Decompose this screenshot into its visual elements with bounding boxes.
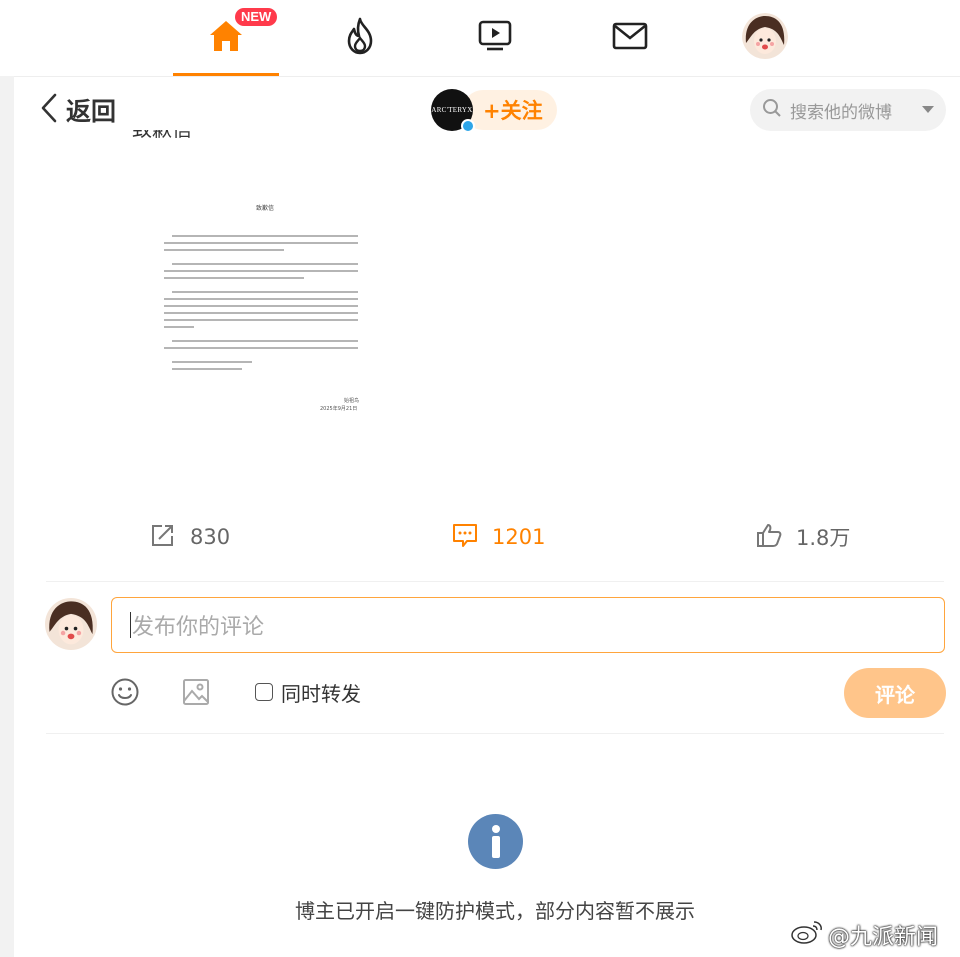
submit-comment-button[interactable]: 评论: [844, 668, 946, 718]
checkbox[interactable]: [255, 683, 273, 701]
back-button[interactable]: 返回: [40, 88, 116, 132]
nav-hot[interactable]: [307, 0, 413, 76]
document-text-line: [164, 249, 284, 251]
document-title: 致歉信: [255, 205, 274, 212]
new-badge: NEW: [235, 8, 278, 26]
author-avatar[interactable]: ARC'TERYX: [431, 89, 475, 133]
document-text-line: [164, 347, 358, 349]
smiley-icon: [110, 677, 140, 711]
author-logo: ARC'TERYX: [431, 106, 473, 114]
user-avatar: [742, 13, 788, 63]
comment-count: 1201: [492, 525, 546, 549]
document-text-line: [172, 361, 252, 363]
left-gutter: [0, 76, 14, 957]
comment-button[interactable]: 1201: [452, 515, 545, 559]
chevron-left-icon: [40, 93, 58, 127]
author-chip: ARC'TERYX +关注: [431, 88, 557, 133]
info-icon: [468, 814, 523, 869]
document-text-line: [164, 305, 358, 307]
verified-icon: [461, 119, 475, 133]
nav-home[interactable]: NEW: [173, 0, 279, 76]
comment-input[interactable]: 发布你的评论: [111, 597, 945, 653]
weibo-logo-icon: [790, 918, 824, 952]
document-text-line: [164, 270, 358, 272]
document-text-line: [164, 277, 304, 279]
watermark: @九派新闻: [790, 918, 938, 952]
document-text-line: [172, 235, 358, 237]
search-placeholder: 搜索他的微博: [790, 102, 892, 123]
document-signature: 始祖鸟: [344, 398, 360, 404]
document-text-line: [172, 291, 358, 293]
nav-profile[interactable]: [712, 0, 818, 76]
post-text-fragment: 致歉信: [132, 130, 192, 146]
nav-messages[interactable]: [577, 0, 683, 76]
watermark-text: @九派新闻: [828, 925, 939, 950]
document-date: 2025年9月21日: [320, 406, 358, 412]
like-count: 1.8万: [796, 526, 851, 550]
top-nav: NEW: [0, 0, 960, 77]
mail-icon: [612, 21, 648, 55]
video-icon: [477, 19, 513, 57]
comment-placeholder: 发布你的评论: [132, 615, 265, 640]
text-cursor: [130, 612, 131, 638]
image-icon: [181, 677, 211, 711]
emoji-button[interactable]: [110, 678, 140, 710]
document-text-line: [164, 312, 358, 314]
like-button[interactable]: 1.8万: [756, 515, 850, 559]
document-text-line: [164, 242, 358, 244]
document-text-line: [164, 326, 194, 328]
back-label: 返回: [66, 97, 117, 126]
divider: [46, 733, 944, 734]
follow-button[interactable]: +关注: [463, 90, 557, 130]
repost-button[interactable]: 830: [150, 515, 230, 559]
divider: [46, 581, 944, 582]
search-input[interactable]: 搜索他的微博: [750, 89, 946, 131]
document-text-line: [172, 368, 242, 370]
share-icon: [150, 522, 176, 553]
flame-icon: [343, 16, 377, 60]
document-text-line: [164, 298, 358, 300]
document-text-line: [164, 319, 358, 321]
comment-icon: [452, 522, 478, 553]
post-image-document[interactable]: 致歉信 始祖鸟 2025年9月21日: [160, 195, 370, 425]
thumbs-up-icon: [756, 522, 782, 553]
my-avatar: [45, 598, 97, 650]
caret-down-icon[interactable]: [922, 106, 934, 113]
post-actions: 830 1201 1.8万: [14, 515, 960, 559]
image-button[interactable]: [181, 678, 211, 710]
document-text-line: [172, 263, 358, 265]
search-icon: [762, 98, 782, 123]
repost-checkbox-label: 同时转发: [281, 681, 361, 706]
document-text-line: [172, 340, 358, 342]
nav-video[interactable]: [442, 0, 548, 76]
repost-count: 830: [190, 525, 231, 549]
repost-checkbox[interactable]: 同时转发: [255, 678, 361, 706]
